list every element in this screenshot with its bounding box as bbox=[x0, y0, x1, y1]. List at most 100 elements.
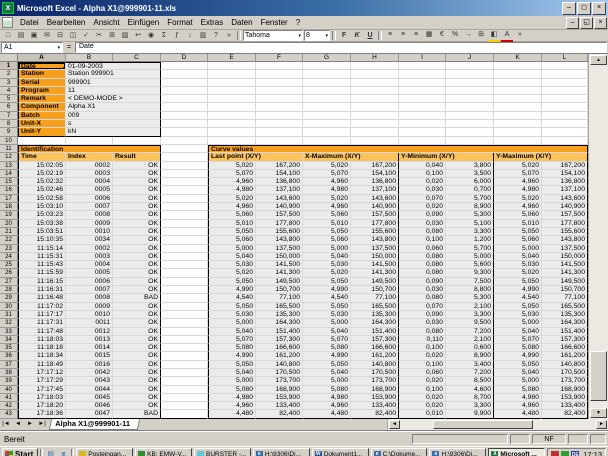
time-cell[interactable]: 17:17:45 bbox=[18, 386, 66, 394]
index-cell[interactable]: 0046 bbox=[66, 402, 113, 410]
ymax-x-cell[interactable]: 5,000 bbox=[494, 319, 542, 327]
lastpoint-x-cell[interactable]: 4,980 bbox=[208, 394, 256, 402]
column-header-K[interactable]: K bbox=[494, 54, 542, 62]
sheet-tab[interactable]: Alpha X1@999901-11 bbox=[49, 419, 140, 430]
empty-cell[interactable] bbox=[208, 120, 256, 128]
ymax-x-cell[interactable]: 4,980 bbox=[494, 394, 542, 402]
xmax-y-cell[interactable]: 164,300 bbox=[351, 319, 399, 327]
ymax-x-cell[interactable]: 5,050 bbox=[494, 303, 542, 311]
ymax-x-cell[interactable]: 5,020 bbox=[494, 269, 542, 277]
tray-red-icon[interactable] bbox=[551, 451, 559, 456]
empty-cell[interactable] bbox=[494, 79, 542, 87]
ymin-x-cell[interactable]: 0,010 bbox=[399, 410, 446, 418]
column-header-I[interactable]: I bbox=[399, 54, 446, 62]
row-header-30[interactable]: 30 bbox=[0, 303, 18, 311]
empty-cell[interactable] bbox=[494, 95, 542, 103]
index-cell[interactable]: 0034 bbox=[66, 236, 113, 244]
ymin-x-cell[interactable]: 0,080 bbox=[399, 253, 446, 261]
indent-button[interactable]: → bbox=[462, 30, 474, 40]
info-label[interactable]: Unit-Y bbox=[18, 128, 66, 136]
lastpoint-y-cell[interactable]: 170,500 bbox=[256, 369, 303, 377]
ymax-x-cell[interactable]: 5,020 bbox=[494, 195, 542, 203]
time-cell[interactable]: 11:16:15 bbox=[18, 278, 66, 286]
percent-button[interactable]: % bbox=[449, 30, 461, 40]
lastpoint-y-cell[interactable]: 161,200 bbox=[256, 352, 303, 360]
ymax-x-cell[interactable]: 5,050 bbox=[494, 361, 542, 369]
time-cell[interactable]: 11:16:48 bbox=[18, 294, 66, 302]
lastpoint-x-cell[interactable]: 4,960 bbox=[208, 203, 256, 211]
ymax-x-cell[interactable]: 4,980 bbox=[494, 186, 542, 194]
xmax-y-cell[interactable]: 170,500 bbox=[351, 369, 399, 377]
tray-green-icon[interactable] bbox=[561, 451, 569, 456]
ymin-x-cell[interactable]: 0,100 bbox=[399, 170, 446, 178]
cell-grid[interactable]: Date01-09-2003StationStation 999901Seria… bbox=[18, 62, 588, 419]
empty-cell[interactable] bbox=[494, 112, 542, 120]
ymin-x-cell[interactable]: 0,020 bbox=[399, 203, 446, 211]
xmax-y-cell[interactable]: 77,100 bbox=[351, 294, 399, 302]
lastpoint-x-cell[interactable]: 5,070 bbox=[208, 336, 256, 344]
empty-cell[interactable] bbox=[161, 328, 208, 336]
ymin-x-cell[interactable]: 0,020 bbox=[399, 352, 446, 360]
xmax-x-cell[interactable]: 5,050 bbox=[303, 303, 351, 311]
result-cell[interactable]: OK bbox=[113, 186, 161, 194]
xmax-x-cell[interactable]: 4,960 bbox=[303, 203, 351, 211]
ymax-x-cell[interactable]: 5,010 bbox=[494, 220, 542, 228]
xmax-x-cell[interactable]: 5,080 bbox=[303, 386, 351, 394]
empty-cell[interactable] bbox=[446, 70, 494, 78]
ymin-y-cell[interactable]: 0,700 bbox=[446, 186, 494, 194]
index-cell[interactable]: 0010 bbox=[66, 228, 113, 236]
empty-cell[interactable] bbox=[256, 103, 303, 111]
empty-cell[interactable] bbox=[542, 120, 588, 128]
row-header-24[interactable]: 24 bbox=[0, 253, 18, 261]
xmax-y-cell[interactable]: 153,900 bbox=[351, 394, 399, 402]
menu-item[interactable]: Datei bbox=[16, 18, 43, 27]
empty-cell[interactable] bbox=[161, 402, 208, 410]
empty-cell[interactable] bbox=[161, 311, 208, 319]
xmax-y-cell[interactable]: 166,600 bbox=[351, 344, 399, 352]
empty-cell[interactable] bbox=[161, 319, 208, 327]
ymax-x-cell[interactable]: 5,070 bbox=[494, 170, 542, 178]
close-button[interactable]: × bbox=[592, 2, 606, 15]
ymin-y-cell[interactable]: 3,300 bbox=[446, 311, 494, 319]
empty-cell[interactable] bbox=[399, 137, 446, 145]
row-header-20[interactable]: 20 bbox=[0, 220, 18, 228]
lastpoint-y-cell[interactable]: 153,900 bbox=[256, 394, 303, 402]
ymin-y-cell[interactable]: 5,100 bbox=[446, 220, 494, 228]
empty-cell[interactable] bbox=[446, 103, 494, 111]
result-cell[interactable]: OK bbox=[113, 228, 161, 236]
empty-cell[interactable] bbox=[399, 87, 446, 95]
align-left-button[interactable]: ≡ bbox=[384, 30, 396, 40]
x-maximum-header[interactable]: X-Maximum (X/Y) bbox=[303, 153, 399, 161]
empty-cell[interactable] bbox=[303, 112, 351, 120]
help-button[interactable]: ? bbox=[210, 31, 222, 41]
lastpoint-x-cell[interactable]: 5,000 bbox=[208, 319, 256, 327]
empty-cell[interactable] bbox=[161, 103, 208, 111]
maximize-button[interactable]: ◻ bbox=[577, 2, 591, 15]
identification-header[interactable]: Identification bbox=[18, 145, 161, 153]
lastpoint-x-cell[interactable]: 5,050 bbox=[208, 303, 256, 311]
empty-cell[interactable] bbox=[161, 286, 208, 294]
empty-cell[interactable] bbox=[351, 79, 399, 87]
empty-cell[interactable] bbox=[161, 170, 208, 178]
empty-cell[interactable] bbox=[542, 112, 588, 120]
lastpoint-x-cell[interactable]: 5,000 bbox=[208, 377, 256, 385]
info-value[interactable]: Station 999901 bbox=[66, 70, 161, 78]
workbook-close-button[interactable]: × bbox=[594, 17, 607, 29]
empty-cell[interactable] bbox=[256, 128, 303, 136]
empty-cell[interactable] bbox=[542, 79, 588, 87]
last-point-header[interactable]: Last point (X/Y) bbox=[208, 153, 303, 161]
ymax-y-cell[interactable]: 155,600 bbox=[542, 228, 588, 236]
menu-item[interactable]: Extras bbox=[197, 18, 228, 27]
ymax-x-cell[interactable]: 4,480 bbox=[494, 410, 542, 418]
formula-input[interactable]: Date bbox=[75, 42, 607, 53]
empty-cell[interactable] bbox=[399, 128, 446, 136]
lastpoint-y-cell[interactable]: 173,700 bbox=[256, 377, 303, 385]
ymin-x-cell[interactable]: 0,100 bbox=[399, 386, 446, 394]
taskbar-button[interactable]: WDokument1... bbox=[312, 448, 369, 456]
empty-cell[interactable] bbox=[161, 220, 208, 228]
fill-color-button[interactable]: ◧ bbox=[488, 30, 500, 42]
empty-cell[interactable] bbox=[256, 70, 303, 78]
lastpoint-y-cell[interactable]: 141,300 bbox=[256, 269, 303, 277]
empty-cell[interactable] bbox=[161, 278, 208, 286]
underline-button[interactable]: U bbox=[364, 31, 376, 41]
